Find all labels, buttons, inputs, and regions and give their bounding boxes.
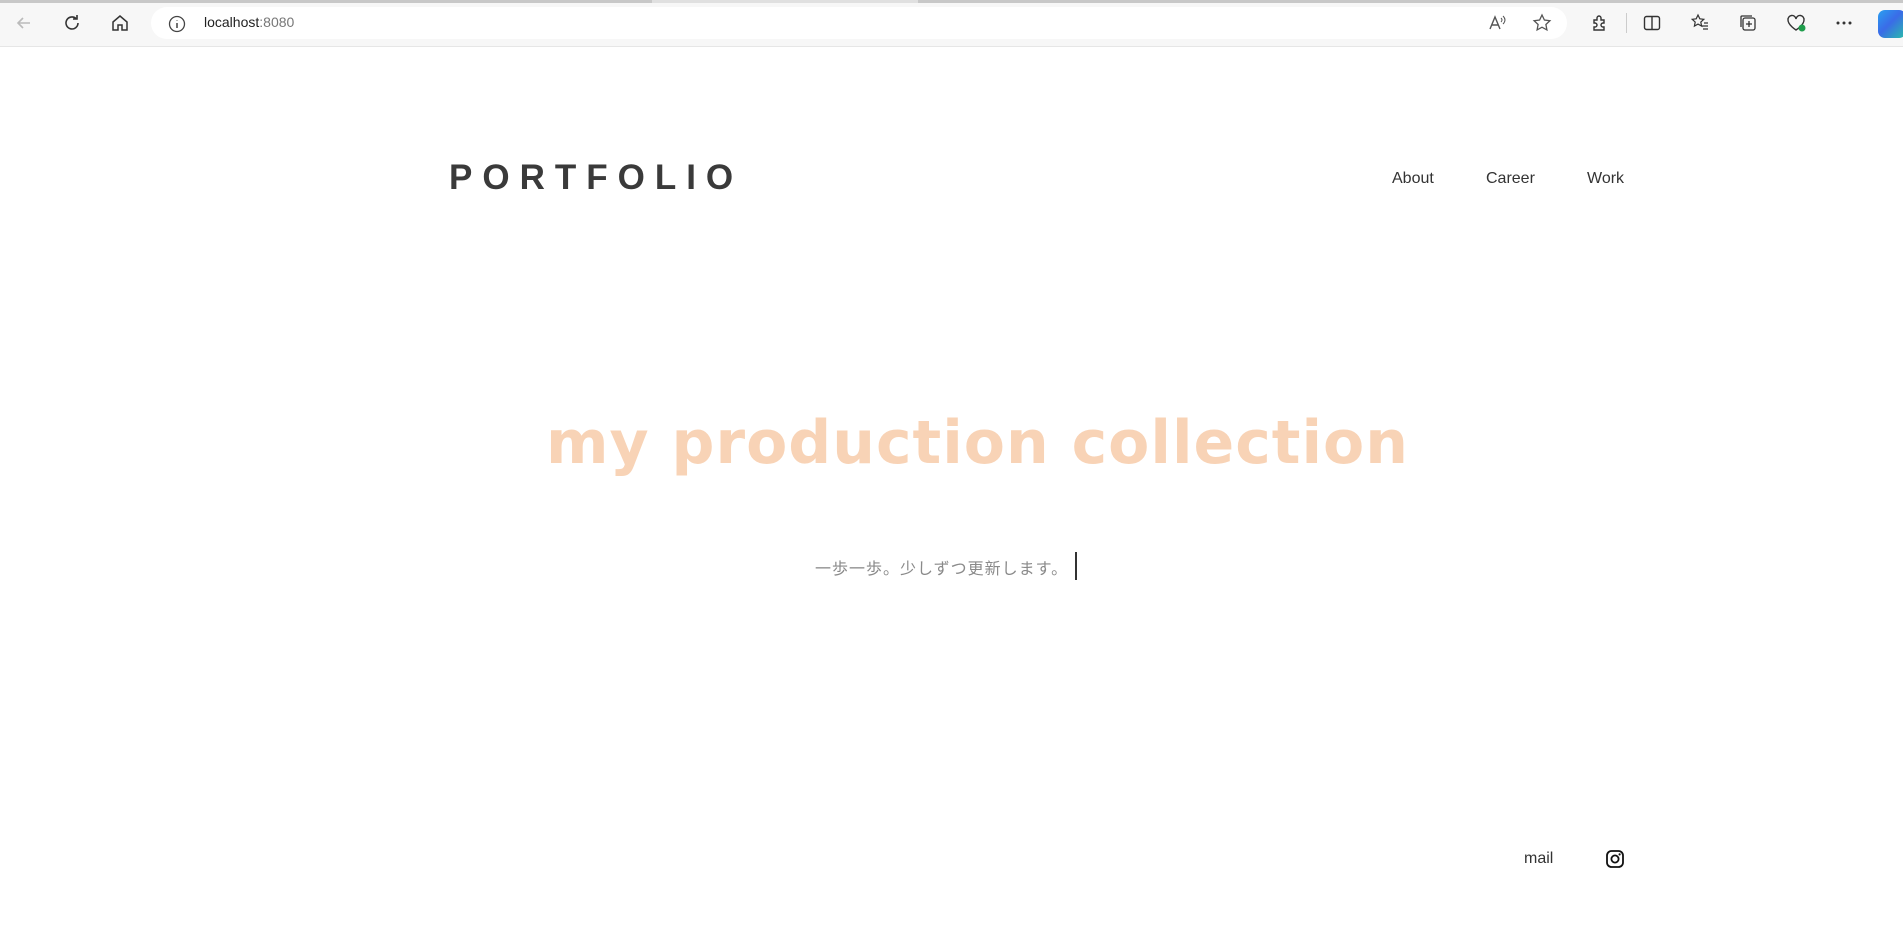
nav-about[interactable]: About [1392, 170, 1434, 188]
back-icon[interactable] [10, 9, 38, 37]
reload-icon[interactable] [58, 9, 86, 37]
mail-link[interactable]: mail [1524, 850, 1553, 868]
more-options-icon[interactable] [1830, 9, 1858, 37]
favorites-icon[interactable] [1686, 9, 1714, 37]
extensions-icon[interactable] [1586, 9, 1614, 37]
url-port: :8080 [259, 14, 295, 30]
loading-progress-bar [0, 0, 1903, 3]
typing-caret [1075, 552, 1077, 580]
browser-toolbar: localhost:8080 [0, 0, 1903, 47]
hero-title: my production collection [546, 408, 1409, 478]
browser-essentials-icon[interactable] [1782, 9, 1810, 37]
site-info-icon[interactable] [168, 15, 186, 38]
instagram-icon[interactable] [1605, 849, 1625, 869]
address-url[interactable]: localhost:8080 [204, 14, 294, 30]
url-host: localhost [204, 14, 260, 30]
collections-icon[interactable] [1734, 9, 1762, 37]
nav-career[interactable]: Career [1486, 170, 1535, 188]
address-bar[interactable]: localhost:8080 [151, 7, 1567, 39]
copilot-icon[interactable] [1878, 10, 1903, 38]
split-screen-icon[interactable] [1638, 9, 1666, 37]
read-aloud-icon[interactable] [1487, 13, 1507, 38]
nav-work[interactable]: Work [1587, 170, 1624, 188]
site-logo[interactable]: PORTFOLIO [449, 158, 743, 198]
home-icon[interactable] [106, 9, 134, 37]
hero-subtitle: 一歩一歩。少しずつ更新します。 [815, 559, 1069, 578]
favorite-star-icon[interactable] [1532, 13, 1552, 38]
